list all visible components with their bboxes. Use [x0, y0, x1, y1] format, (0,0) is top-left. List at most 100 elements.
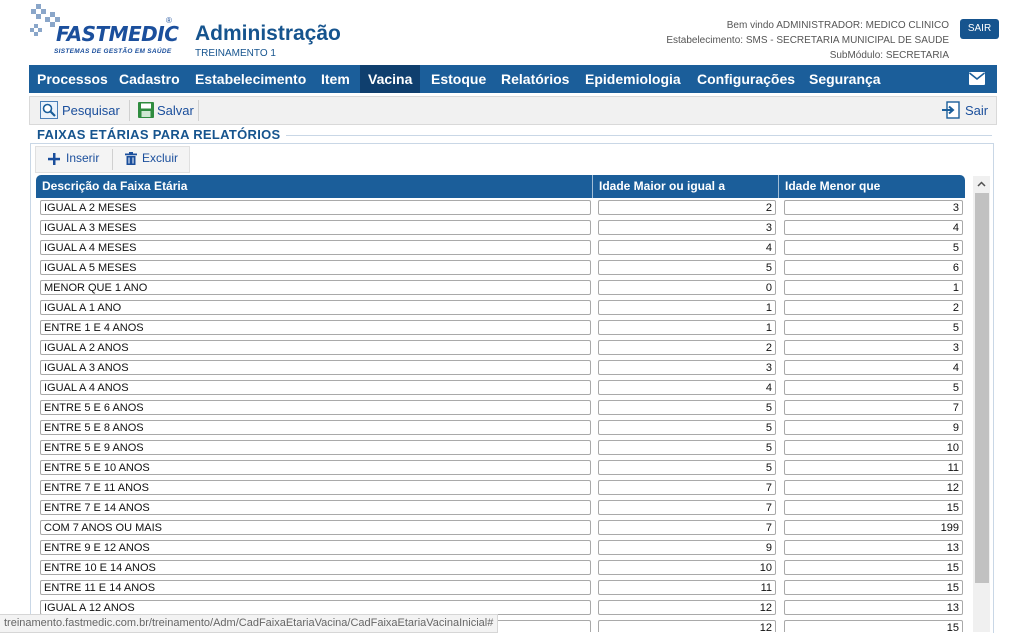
menu-item-estabelecimento[interactable]: Estabelecimento — [187, 65, 314, 93]
min-age-field[interactable]: 1 — [598, 300, 776, 315]
action-toolbar: Pesquisar Salvar Sair — [29, 96, 997, 125]
menu-item-epidemiologia[interactable]: Epidemiologia — [577, 65, 689, 93]
description-field[interactable]: IGUAL A 4 ANOS — [40, 380, 591, 395]
max-age-field[interactable]: 2 — [784, 300, 963, 315]
min-age-field[interactable]: 5 — [598, 400, 776, 415]
menu-item-relatorios[interactable]: Relatórios — [493, 65, 577, 93]
menu-item-item[interactable]: Item — [313, 65, 358, 93]
max-age-field[interactable]: 5 — [784, 320, 963, 335]
max-age-field[interactable]: 6 — [784, 260, 963, 275]
min-age-field[interactable]: 3 — [598, 220, 776, 235]
logout-button[interactable]: SAIR — [960, 19, 999, 39]
description-field[interactable]: ENTRE 5 E 9 ANOS — [40, 440, 591, 455]
menu-item-processos[interactable]: Processos — [29, 65, 116, 93]
insert-button[interactable]: Inserir — [48, 147, 112, 172]
user-info: Bem vindo ADMINISTRADOR: MEDICO CLINICO … — [666, 18, 949, 63]
min-age-field[interactable]: 7 — [598, 500, 776, 515]
description-field[interactable]: ENTRE 5 E 6 ANOS — [40, 400, 591, 415]
max-age-field[interactable]: 4 — [784, 360, 963, 375]
min-age-field[interactable]: 7 — [598, 480, 776, 495]
description-field[interactable]: ENTRE 7 E 14 ANOS — [40, 500, 591, 515]
table-row: ENTRE 1 E 4 ANOS 1 5 — [36, 318, 965, 338]
exit-button[interactable]: Sair — [942, 97, 992, 124]
max-age-field[interactable]: 13 — [784, 600, 963, 615]
description-field[interactable]: ENTRE 11 E 14 ANOS — [40, 580, 591, 595]
min-age-field[interactable]: 2 — [598, 340, 776, 355]
description-field[interactable]: ENTRE 5 E 8 ANOS — [40, 420, 591, 435]
description-field[interactable]: IGUAL A 12 ANOS — [40, 600, 591, 615]
min-age-field[interactable]: 5 — [598, 460, 776, 475]
max-age-field[interactable]: 5 — [784, 380, 963, 395]
max-age-field[interactable]: 199 — [784, 520, 963, 535]
description-field[interactable]: IGUAL A 1 ANO — [40, 300, 591, 315]
min-age-field[interactable]: 5 — [598, 260, 776, 275]
max-age-field[interactable]: 3 — [784, 200, 963, 215]
description-field[interactable]: ENTRE 5 E 10 ANOS — [40, 460, 591, 475]
min-age-field[interactable]: 10 — [598, 560, 776, 575]
max-age-field[interactable]: 4 — [784, 220, 963, 235]
max-age-field[interactable]: 7 — [784, 400, 963, 415]
max-age-field[interactable]: 5 — [784, 240, 963, 255]
table-row: ENTRE 5 E 6 ANOS 5 7 — [36, 398, 965, 418]
table-row: ENTRE 9 E 12 ANOS 9 13 — [36, 538, 965, 558]
min-age-field[interactable]: 5 — [598, 440, 776, 455]
description-field[interactable]: ENTRE 1 E 4 ANOS — [40, 320, 591, 335]
scroll-up-arrow-icon[interactable] — [973, 176, 990, 193]
description-field[interactable]: IGUAL A 4 MESES — [40, 240, 591, 255]
description-field[interactable]: ENTRE 9 E 12 ANOS — [40, 540, 591, 555]
max-age-field[interactable]: 15 — [784, 560, 963, 575]
min-age-field[interactable]: 5 — [598, 420, 776, 435]
max-age-field[interactable]: 11 — [784, 460, 963, 475]
grid-header: Descrição da Faixa Etária Idade Maior ou… — [36, 175, 965, 198]
menu-item-vacina[interactable]: Vacina — [360, 65, 421, 93]
column-header-min-age[interactable]: Idade Maior ou igual a — [593, 175, 778, 198]
min-age-field[interactable]: 11 — [598, 580, 776, 595]
column-header-description[interactable]: Descrição da Faixa Etária — [36, 175, 592, 198]
max-age-field[interactable]: 10 — [784, 440, 963, 455]
description-field[interactable]: COM 7 ANOS OU MAIS — [40, 520, 591, 535]
description-field[interactable]: IGUAL A 3 MESES — [40, 220, 591, 235]
delete-button[interactable]: Excluir — [125, 147, 185, 172]
table-row: IGUAL A 4 MESES 4 5 — [36, 238, 965, 258]
envelope-icon[interactable] — [969, 72, 985, 85]
min-age-field[interactable]: 4 — [598, 380, 776, 395]
description-field[interactable]: IGUAL A 2 MESES — [40, 200, 591, 215]
menu-item-seguranca[interactable]: Segurança — [801, 65, 889, 93]
description-field[interactable]: IGUAL A 5 MESES — [40, 260, 591, 275]
scrollbar-thumb[interactable] — [975, 193, 989, 583]
min-age-field[interactable]: 12 — [598, 600, 776, 615]
min-age-field[interactable]: 12 — [598, 620, 776, 632]
min-age-field[interactable]: 1 — [598, 320, 776, 335]
min-age-field[interactable]: 0 — [598, 280, 776, 295]
description-field[interactable]: MENOR QUE 1 ANO — [40, 280, 591, 295]
max-age-field[interactable]: 13 — [784, 540, 963, 555]
table-row: ENTRE 5 E 8 ANOS 5 9 — [36, 418, 965, 438]
column-header-max-age[interactable]: Idade Menor que — [779, 175, 965, 198]
description-field[interactable]: IGUAL A 2 ANOS — [40, 340, 591, 355]
max-age-field[interactable]: 12 — [784, 480, 963, 495]
max-age-field[interactable]: 3 — [784, 340, 963, 355]
menu-item-cadastro[interactable]: Cadastro — [111, 65, 188, 93]
menu-item-estoque[interactable]: Estoque — [423, 65, 494, 93]
search-button[interactable]: Pesquisar — [40, 97, 132, 124]
max-age-field[interactable]: 15 — [784, 580, 963, 595]
max-age-field[interactable]: 15 — [784, 620, 963, 632]
description-field[interactable]: ENTRE 7 E 11 ANOS — [40, 480, 591, 495]
max-age-field[interactable]: 1 — [784, 280, 963, 295]
min-age-field[interactable]: 9 — [598, 540, 776, 555]
trash-icon — [125, 152, 137, 165]
max-age-field[interactable]: 15 — [784, 500, 963, 515]
min-age-field[interactable]: 3 — [598, 360, 776, 375]
table-row: ENTRE 5 E 9 ANOS 5 10 — [36, 438, 965, 458]
search-icon — [40, 101, 58, 119]
min-age-field[interactable]: 7 — [598, 520, 776, 535]
min-age-field[interactable]: 2 — [598, 200, 776, 215]
menu-item-configuracoes[interactable]: Configurações — [689, 65, 803, 93]
min-age-field[interactable]: 4 — [598, 240, 776, 255]
save-button[interactable]: Salvar — [137, 97, 199, 124]
max-age-field[interactable]: 9 — [784, 420, 963, 435]
description-field[interactable]: IGUAL A 3 ANOS — [40, 360, 591, 375]
description-field[interactable]: ENTRE 10 E 14 ANOS — [40, 560, 591, 575]
main-menu: Processos Cadastro Estabelecimento Item … — [29, 65, 997, 93]
search-button-label: Pesquisar — [62, 103, 120, 118]
